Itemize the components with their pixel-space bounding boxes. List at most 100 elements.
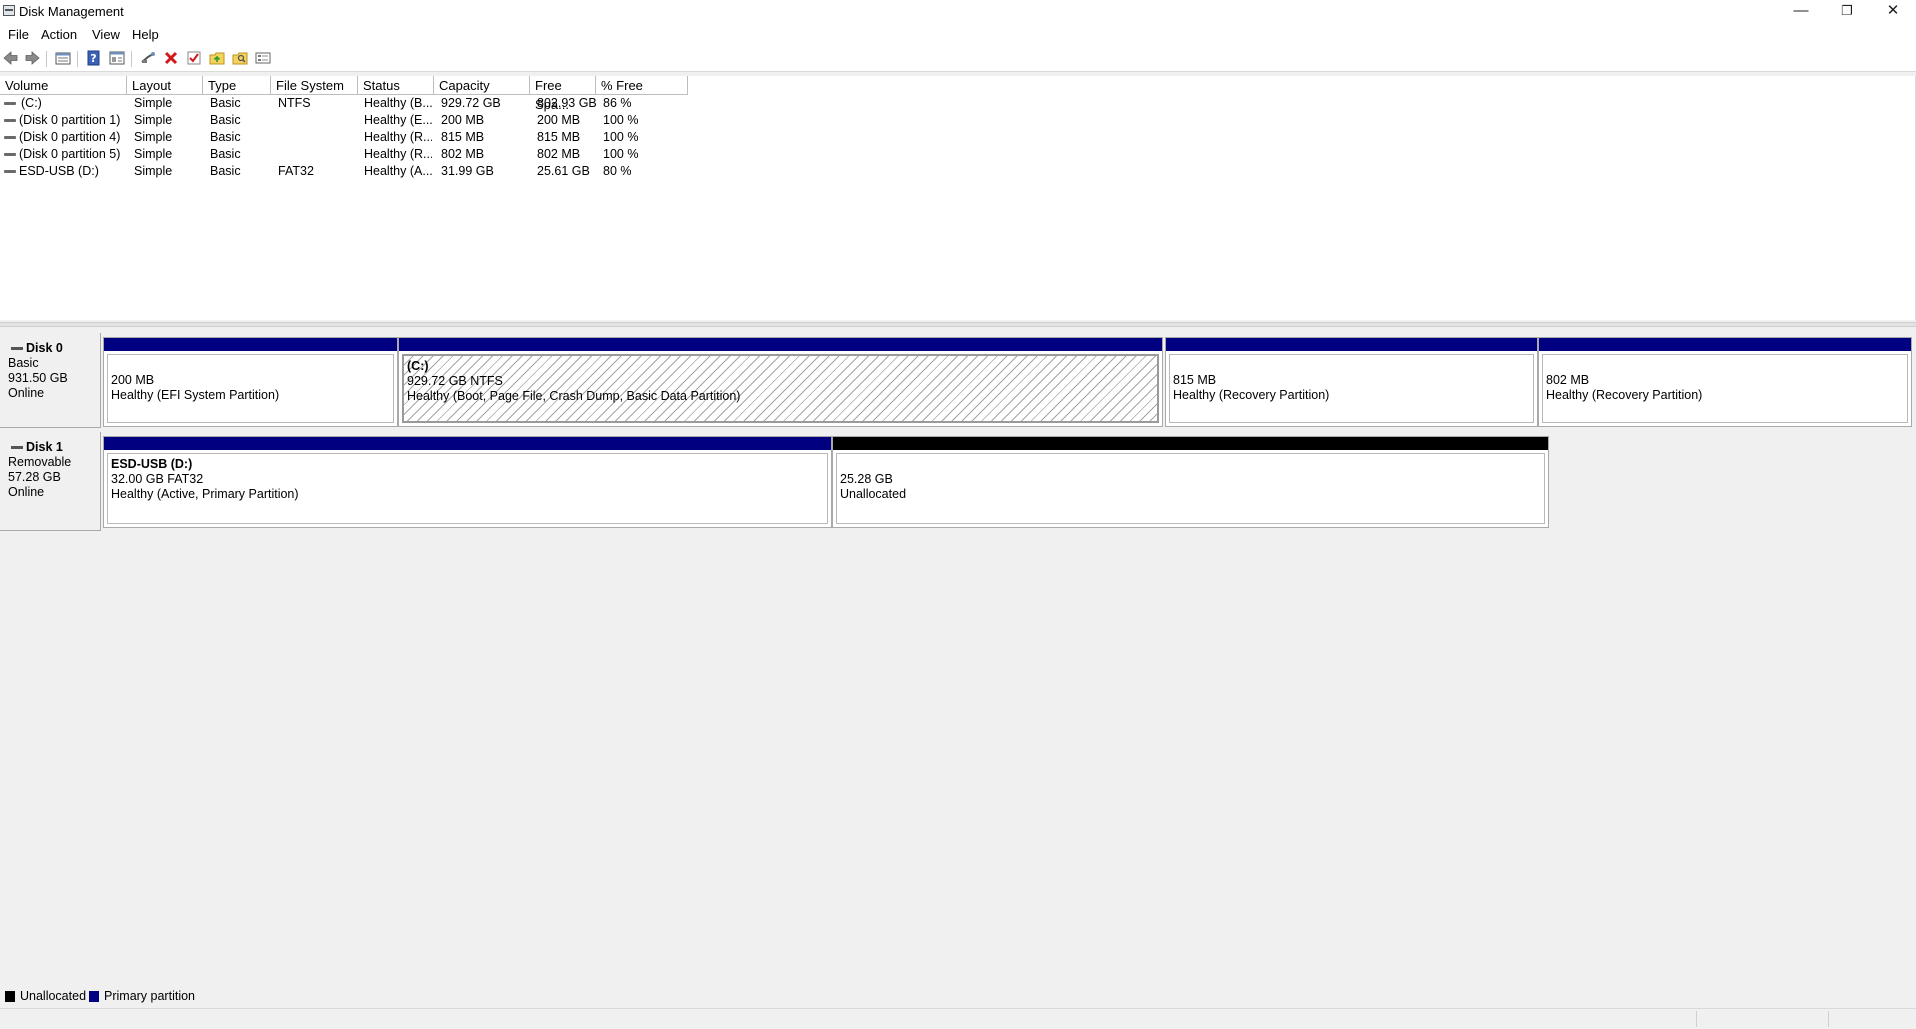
cell-status: Healthy (R... — [364, 147, 432, 161]
window-title: Disk Management — [19, 4, 124, 19]
cell-volume: (C:) — [21, 96, 42, 110]
partition-size: 32.00 GB FAT32 — [111, 472, 204, 486]
menu-view[interactable]: View — [92, 27, 120, 42]
menu-action[interactable]: Action — [41, 27, 77, 42]
column-header-type[interactable]: Type — [203, 76, 271, 95]
column-header-volume[interactable]: Volume — [0, 76, 127, 95]
cell-layout: Simple — [134, 96, 173, 110]
menu-help[interactable]: Help — [132, 27, 159, 42]
minimize-button[interactable]: — — [1778, 0, 1824, 24]
partition-status: Healthy (Recovery Partition) — [1173, 388, 1330, 402]
check-icon[interactable] — [185, 49, 203, 67]
cell-volume: (Disk 0 partition 1) — [19, 113, 121, 127]
table-row[interactable]: (Disk 0 partition 1) Simple Basic Health… — [0, 112, 700, 129]
partition-size: 200 MB — [111, 373, 155, 387]
partition-status: Healthy (Recovery Partition) — [1546, 388, 1703, 402]
close-button[interactable]: ✕ — [1870, 0, 1916, 24]
partition-c[interactable]: (C:) 929.72 GB NTFS Healthy (Boot, Page … — [398, 337, 1163, 427]
volume-icon — [4, 102, 16, 105]
view-icon[interactable] — [254, 49, 272, 67]
partition-size: 802 MB — [1546, 373, 1590, 387]
disk-state: Online — [8, 485, 45, 499]
disk-1-label[interactable]: Disk 1 Removable 57.28 GB Online — [0, 432, 101, 531]
table-row[interactable]: ESD-USB (D:) Simple Basic FAT32 Healthy … — [0, 163, 700, 180]
toolbar: ? — [0, 45, 1916, 72]
column-header-free-space[interactable]: Free Spa... — [530, 76, 596, 112]
column-header-capacity[interactable]: Capacity — [434, 76, 530, 95]
maximize-button[interactable]: ❐ — [1824, 0, 1870, 24]
menu-file[interactable]: File — [8, 27, 29, 42]
help-icon[interactable]: ? — [85, 49, 103, 67]
cell-free-space: 200 MB — [537, 113, 581, 127]
disk-icon — [11, 347, 23, 351]
cell-capacity: 200 MB — [441, 113, 485, 127]
cell-percent-free: 100 % — [603, 147, 639, 161]
disk-0-label[interactable]: Disk 0 Basic 931.50 GB Online — [0, 333, 101, 428]
column-header-status[interactable]: Status — [358, 76, 434, 95]
cell-status: Healthy (B... — [364, 96, 432, 110]
cell-percent-free: 100 % — [603, 113, 639, 127]
cell-type: Basic — [210, 96, 241, 110]
column-header-percent-free[interactable]: % Free — [596, 76, 688, 95]
partition-efi[interactable]: 200 MB Healthy (EFI System Partition) — [103, 337, 398, 427]
primary-partition-bar — [399, 338, 1162, 351]
properties-icon[interactable] — [108, 49, 126, 67]
cell-volume: ESD-USB (D:) — [19, 164, 99, 178]
cell-layout: Simple — [134, 147, 173, 161]
menu-bar: File Action View Help — [0, 24, 1916, 45]
disk-size: 931.50 GB — [8, 371, 68, 385]
cell-type: Basic — [210, 164, 241, 178]
column-header-file-system[interactable]: File System — [271, 76, 358, 95]
unallocated-swatch — [5, 991, 15, 1002]
table-row[interactable]: (Disk 0 partition 4) Simple Basic Health… — [0, 129, 700, 146]
cell-percent-free: 86 % — [603, 96, 632, 110]
partition-recovery-4[interactable]: 815 MB Healthy (Recovery Partition) — [1165, 337, 1538, 427]
legend-primary-partition: Primary partition — [104, 989, 195, 1003]
pane-splitter[interactable] — [0, 322, 1916, 327]
partition-esd-usb[interactable]: ESD-USB (D:) 32.00 GB FAT32 Healthy (Act… — [103, 436, 832, 528]
partition-recovery-5[interactable]: 802 MB Healthy (Recovery Partition) — [1538, 337, 1912, 427]
cell-free-space: 815 MB — [537, 130, 581, 144]
partition-status: Healthy (Boot, Page File, Crash Dump, Ba… — [407, 389, 741, 403]
cell-volume: (Disk 0 partition 4) — [19, 130, 121, 144]
cell-percent-free: 100 % — [603, 130, 639, 144]
disk-state: Online — [8, 386, 45, 400]
volume-list: Volume Layout Type File System Status Ca… — [0, 76, 1916, 320]
cell-type: Basic — [210, 130, 241, 144]
primary-partition-bar — [104, 338, 397, 351]
partition-label: (C:) — [407, 359, 429, 373]
table-row[interactable]: (C:) Simple Basic NTFS Healthy (B... 929… — [0, 95, 700, 112]
cell-percent-free: 80 % — [603, 164, 632, 178]
primary-partition-swatch — [89, 991, 99, 1002]
cell-free-space: 802 MB — [537, 147, 581, 161]
volume-icon — [4, 119, 16, 122]
column-header-layout[interactable]: Layout — [127, 76, 203, 95]
partition-status: Unallocated — [840, 487, 907, 501]
legend-unallocated: Unallocated — [20, 989, 87, 1003]
partition-label: ESD-USB (D:) — [111, 457, 193, 471]
open-folder-icon[interactable] — [231, 49, 249, 67]
partition-size: 25.28 GB — [840, 472, 893, 486]
disk-size: 57.28 GB — [8, 470, 61, 484]
connect-icon[interactable] — [139, 49, 157, 67]
unallocated-space[interactable]: 25.28 GB Unallocated — [832, 436, 1549, 528]
cell-layout: Simple — [134, 164, 173, 178]
new-folder-icon[interactable] — [208, 49, 226, 67]
partition-status: Healthy (EFI System Partition) — [111, 388, 280, 402]
partition-status: Healthy (Active, Primary Partition) — [111, 487, 299, 501]
cell-volume: (Disk 0 partition 5) — [19, 147, 121, 161]
back-icon[interactable] — [2, 49, 20, 67]
table-row[interactable]: (Disk 0 partition 5) Simple Basic Health… — [0, 146, 700, 163]
delete-icon[interactable] — [162, 49, 180, 67]
svg-text:?: ? — [90, 52, 96, 65]
forward-icon[interactable] — [23, 49, 41, 67]
status-bar — [0, 1008, 1916, 1029]
cell-free-space: 25.61 GB — [537, 164, 590, 178]
cell-capacity: 929.72 GB — [441, 96, 501, 110]
disk-management-icon — [3, 5, 15, 16]
cell-free-space: 802.93 GB — [537, 96, 597, 110]
disk-list-icon[interactable] — [54, 49, 72, 67]
primary-partition-bar — [1166, 338, 1537, 351]
cell-type: Basic — [210, 147, 241, 161]
volume-icon — [4, 170, 16, 173]
